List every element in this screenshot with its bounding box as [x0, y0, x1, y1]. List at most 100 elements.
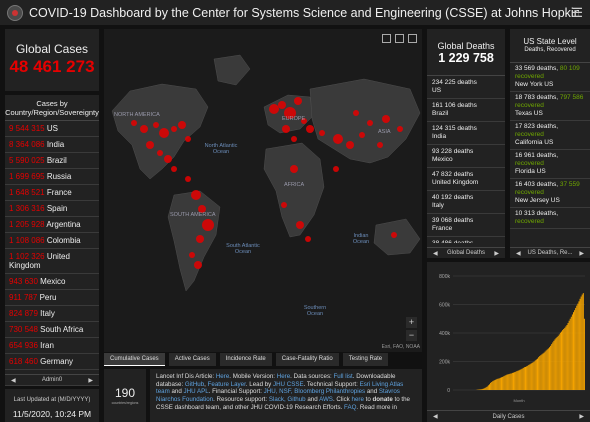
daily-cases-bar[interactable] — [581, 294, 583, 390]
case-bubble[interactable] — [164, 155, 172, 163]
daily-cases-bar[interactable] — [480, 389, 482, 390]
country-list-item[interactable]: 730 548 South Africa — [5, 322, 99, 338]
zoom-in-button[interactable]: + — [406, 317, 417, 328]
daily-cases-bar[interactable] — [553, 340, 555, 390]
case-bubble[interactable] — [382, 115, 390, 123]
death-list-item[interactable]: 161 106 deaths Brazil — [427, 99, 505, 122]
daily-cases-bar[interactable] — [514, 372, 516, 390]
prev-arrow-icon[interactable]: ◀ — [433, 250, 438, 257]
daily-cases-bar[interactable] — [539, 356, 541, 390]
daily-cases-bar[interactable] — [498, 378, 500, 390]
hamburger-icon[interactable]: ☰ — [571, 5, 583, 21]
prev-arrow-icon[interactable]: ◀ — [433, 413, 438, 420]
here-link[interactable]: here — [352, 396, 364, 403]
country-list-item[interactable]: 1 306 316 Spain — [5, 201, 99, 217]
daily-cases-bar[interactable] — [571, 314, 573, 390]
daily-cases-bar[interactable] — [529, 364, 531, 390]
daily-cases-bar[interactable] — [517, 370, 519, 390]
case-bubble[interactable] — [131, 120, 137, 126]
daily-cases-bar[interactable] — [538, 357, 540, 390]
basemap-icon[interactable] — [395, 34, 404, 43]
case-bubble[interactable] — [305, 236, 311, 242]
daily-cases-bar[interactable] — [569, 318, 571, 390]
daily-cases-bar[interactable] — [549, 347, 550, 390]
daily-cases-bar[interactable] — [507, 374, 509, 390]
case-bubble[interactable] — [178, 121, 186, 129]
case-bubble[interactable] — [353, 110, 359, 116]
case-bubble[interactable] — [290, 165, 298, 173]
country-list-item[interactable]: 824 879 Italy — [5, 306, 99, 322]
case-bubble[interactable] — [157, 150, 163, 156]
daily-cases-bar[interactable] — [482, 388, 484, 390]
daily-cases-bar[interactable] — [547, 348, 549, 390]
daily-cases-bar[interactable] — [530, 363, 532, 390]
daily-cases-bar[interactable] — [565, 326, 567, 390]
daily-cases-bar[interactable] — [492, 381, 494, 390]
death-list-item[interactable]: 39 068 deaths France — [427, 214, 505, 237]
daily-cases-bar[interactable] — [497, 378, 499, 390]
daily-cases-bar[interactable] — [541, 354, 543, 390]
daily-cases-bar[interactable] — [567, 323, 569, 390]
map-canvas[interactable] — [104, 29, 422, 352]
daily-cases-bar[interactable] — [568, 320, 570, 390]
bookmark-icon[interactable] — [382, 34, 391, 43]
daily-cases-bar[interactable] — [580, 296, 582, 390]
us-state-item[interactable]: 16 961 deaths, recovered Florida US — [510, 150, 590, 179]
daily-cases-bar[interactable] — [494, 380, 496, 390]
us-state-item[interactable]: 33 569 deaths, 80 109 recovered New York … — [510, 63, 590, 92]
daily-cases-bar[interactable] — [544, 351, 546, 390]
case-bubble[interactable] — [185, 136, 191, 142]
daily-cases-bar[interactable] — [573, 312, 574, 390]
daily-cases-bar[interactable] — [518, 370, 520, 390]
death-list-item[interactable]: 124 315 deaths India — [427, 122, 505, 145]
case-bubble[interactable] — [202, 219, 214, 231]
daily-cases-bar[interactable] — [496, 378, 498, 390]
daily-cases-bar[interactable] — [502, 376, 504, 390]
country-list-item[interactable]: 1 648 521 France — [5, 185, 99, 201]
tab-active-cases[interactable]: Active Cases — [168, 353, 216, 366]
us-state-item[interactable]: 18 783 deaths, 797 586 recovered Texas US — [510, 92, 590, 121]
daily-cases-bar[interactable] — [540, 355, 542, 390]
daily-cases-bar[interactable] — [528, 364, 530, 390]
daily-cases-bar[interactable] — [489, 384, 490, 390]
country-list-item[interactable]: 1 102 326 United Kingdom — [5, 249, 99, 274]
daily-cases-bar[interactable] — [479, 389, 481, 390]
country-list-item[interactable]: 1 699 695 Russia — [5, 169, 99, 185]
daily-cases-bar[interactable] — [555, 338, 557, 390]
github-link[interactable]: GitHub — [185, 381, 204, 388]
daily-cases-bar[interactable] — [561, 331, 562, 390]
resource-link[interactable]: Slack, Github — [269, 396, 306, 403]
case-bubble[interactable] — [146, 141, 154, 149]
case-bubble[interactable] — [171, 126, 177, 132]
daily-cases-bar[interactable] — [576, 305, 578, 390]
case-bubble[interactable] — [140, 125, 148, 133]
daily-cases-bar[interactable] — [552, 342, 554, 390]
apl-link[interactable]: JHU APL — [184, 388, 209, 395]
case-bubble[interactable] — [196, 235, 204, 243]
death-list-item[interactable]: 234 225 deaths US — [427, 76, 505, 99]
daily-cases-bar[interactable] — [485, 387, 487, 390]
daily-cases-bar[interactable] — [508, 374, 510, 390]
world-map[interactable]: NORTH AMERICA SOUTH AMERICA EUROPE AFRIC… — [104, 29, 422, 352]
tab-case-fatality-ratio[interactable]: Case-Fatality Ratio — [275, 353, 339, 366]
next-arrow-icon[interactable]: ▶ — [579, 413, 584, 420]
daily-cases-bar[interactable] — [532, 362, 534, 390]
daily-cases-bar[interactable] — [513, 372, 514, 390]
case-bubble[interactable] — [281, 202, 287, 208]
daily-cases-bar[interactable] — [579, 298, 581, 390]
daily-cases-bar[interactable] — [506, 374, 508, 390]
daily-cases-bar[interactable] — [522, 367, 524, 390]
daily-cases-bar[interactable] — [495, 379, 497, 390]
faq-link[interactable]: FAQ — [344, 404, 356, 411]
case-bubble[interactable] — [291, 136, 297, 142]
daily-cases-bar[interactable] — [577, 303, 579, 390]
daily-cases-bar[interactable] — [575, 307, 577, 390]
daily-cases-bar[interactable] — [582, 293, 584, 390]
case-bubble[interactable] — [171, 166, 177, 172]
next-arrow-icon[interactable]: ▶ — [494, 250, 499, 257]
next-arrow-icon[interactable]: ▶ — [88, 377, 93, 384]
death-list-item[interactable]: 40 192 deaths Italy — [427, 191, 505, 214]
case-bubble[interactable] — [377, 142, 383, 148]
daily-cases-bar[interactable] — [493, 380, 495, 390]
daily-cases-bar[interactable] — [490, 382, 492, 390]
